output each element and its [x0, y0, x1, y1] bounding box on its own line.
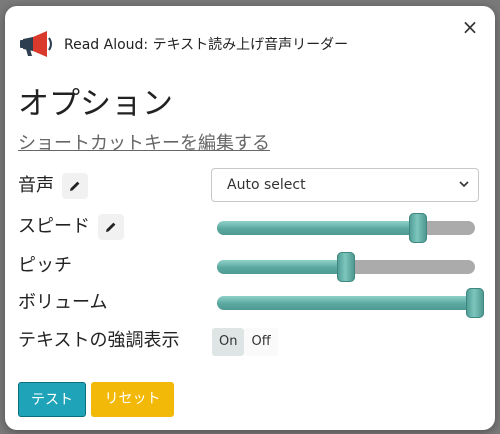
speed-edit-button[interactable] [98, 214, 124, 240]
reset-button[interactable]: リセット [91, 382, 174, 417]
highlight-off-option[interactable]: Off [244, 328, 278, 356]
slider-thumb[interactable] [337, 252, 355, 282]
highlight-on-option[interactable]: On [212, 328, 245, 356]
voice-label: 音声 [18, 175, 54, 196]
volume-slider[interactable] [217, 288, 484, 318]
test-button[interactable]: テスト [18, 382, 86, 417]
highlight-label: テキストの強調表示 [18, 330, 180, 351]
page-title: オプション [18, 86, 173, 122]
voice-select-value: Auto select [227, 177, 306, 193]
highlight-toggle: On Off [212, 328, 278, 356]
voice-select[interactable]: Auto select [211, 168, 479, 202]
voice-row-label: 音声 [18, 173, 88, 199]
close-icon[interactable]: × [459, 16, 481, 38]
volume-label: ボリューム [18, 292, 108, 313]
slider-fill [217, 296, 475, 310]
chevron-down-icon [459, 181, 469, 188]
speed-row-label: スピード [18, 214, 124, 240]
slider-fill [217, 221, 419, 235]
options-dialog: Read Aloud: テキスト読み上げ音声リーダー × オプション ショートカ… [5, 6, 495, 430]
volume-row-label: ボリューム [18, 291, 107, 315]
pitch-slider[interactable] [217, 252, 475, 282]
voice-edit-button[interactable] [62, 173, 88, 199]
megaphone-icon [20, 31, 52, 57]
pencil-icon [70, 181, 80, 191]
pencil-icon [106, 222, 116, 232]
dialog-header: Read Aloud: テキスト読み上げ音声リーダー [17, 26, 348, 62]
highlight-row-label: テキストの強調表示 [18, 329, 179, 353]
edit-shortcuts-link[interactable]: ショートカットキーを編集する [18, 132, 270, 156]
slider-thumb[interactable] [409, 213, 428, 243]
pitch-row-label: ピッチ [18, 254, 72, 278]
slider-thumb[interactable] [466, 288, 484, 318]
slider-fill [217, 260, 346, 274]
speed-label: スピード [18, 216, 90, 237]
app-title: Read Aloud: テキスト読み上げ音声リーダー [64, 37, 349, 53]
pitch-label: ピッチ [18, 255, 72, 276]
speed-slider[interactable] [217, 213, 475, 243]
